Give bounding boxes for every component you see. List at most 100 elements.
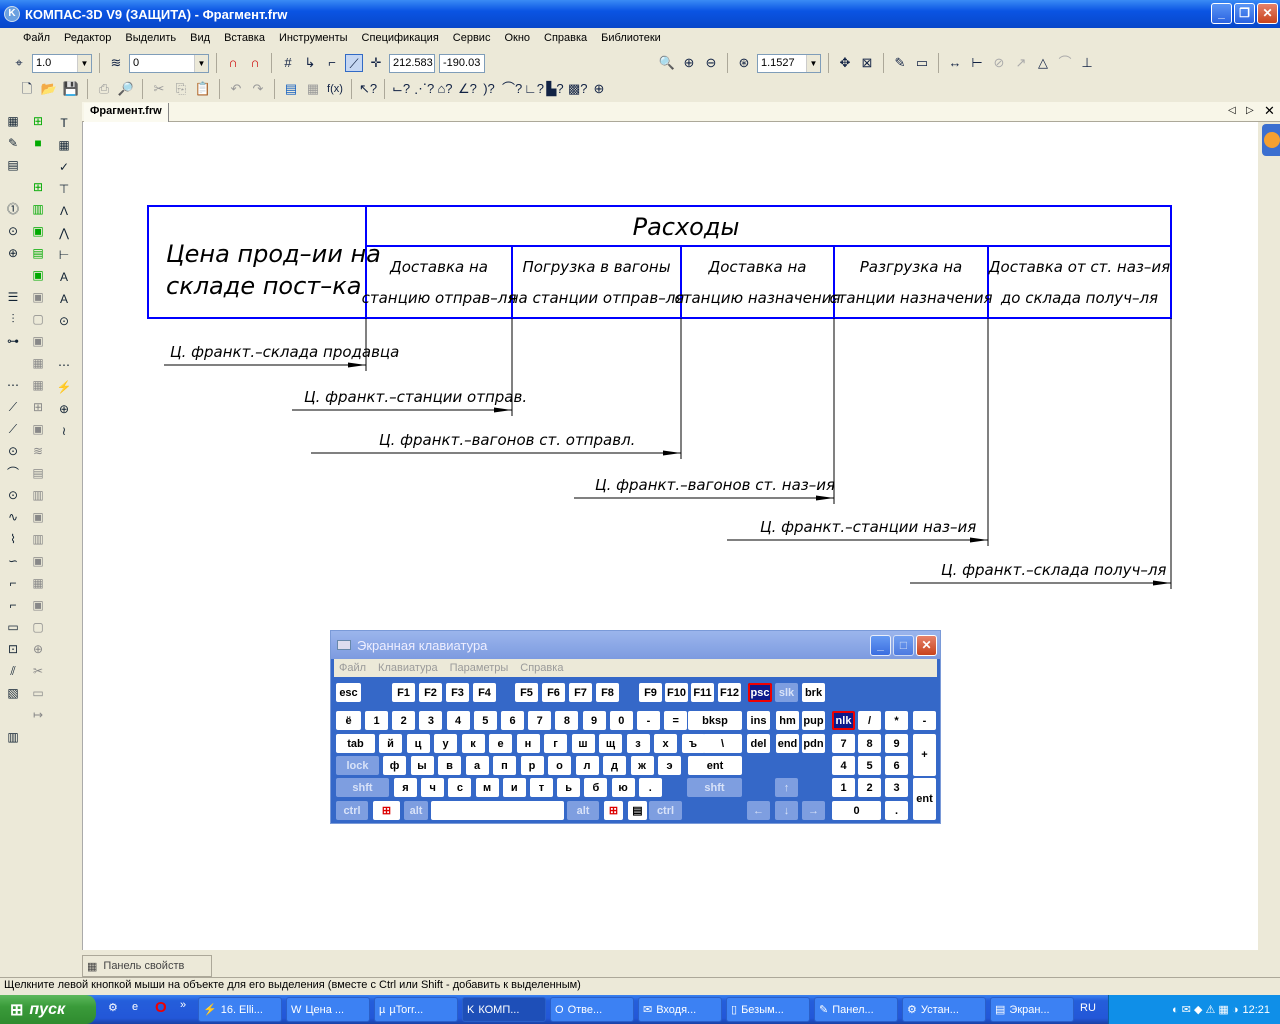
tool-icon[interactable]: ⊕	[29, 640, 47, 658]
key-slk[interactable]: slk	[775, 683, 798, 702]
side-panel-tab[interactable]	[1262, 124, 1280, 156]
menu-specification[interactable]: Спецификация	[355, 32, 446, 44]
next-tab-icon[interactable]: ▷	[1246, 105, 1254, 116]
tool-icon[interactable]: ▦	[55, 136, 73, 154]
key-*[interactable]: *	[885, 711, 908, 730]
key-ё[interactable]: ё	[336, 711, 361, 730]
key-F3[interactable]: F3	[446, 683, 469, 702]
key-ь[interactable]: ь	[557, 778, 581, 797]
tool-icon[interactable]: ⋀	[55, 224, 73, 242]
key-+[interactable]: +	[913, 734, 936, 776]
tab-fragment[interactable]: Фрагмент.frw	[84, 103, 169, 122]
compact-tool-icon[interactable]: ▭	[4, 618, 22, 636]
key-alt[interactable]: alt	[567, 801, 599, 820]
measure-arc-icon[interactable]: ⌒?	[502, 80, 522, 98]
start-button[interactable]: ⊞ пуск	[0, 995, 96, 1024]
key-→[interactable]: →	[802, 801, 825, 820]
tool-icon[interactable]: ⊤	[55, 180, 73, 198]
tool-icon[interactable]: ▥	[29, 200, 47, 218]
compact-tool-icon[interactable]: ▤	[4, 156, 22, 174]
tool-icon[interactable]: ▥	[29, 486, 47, 504]
key-в[interactable]: в	[438, 756, 461, 775]
tool-icon[interactable]: ⊞	[29, 178, 47, 196]
tool-icon[interactable]: ■	[29, 134, 47, 152]
snap-magnet-icon[interactable]: ∩	[224, 54, 242, 72]
key-ы[interactable]: ы	[410, 756, 434, 775]
osk-menu-help[interactable]: Справка	[520, 662, 563, 674]
key-7[interactable]: 7	[832, 734, 855, 753]
osk-minimize-button[interactable]: _	[870, 635, 891, 656]
compact-tool-icon[interactable]: ⊕	[4, 244, 22, 262]
compact-tool-icon[interactable]: ⌇	[4, 530, 22, 548]
dimension-icon[interactable]: ↔	[946, 54, 964, 72]
key-4[interactable]: 4	[832, 756, 855, 775]
key-0[interactable]: 0	[609, 711, 633, 730]
menu-tools[interactable]: Инструменты	[272, 32, 355, 44]
local-snap-icon[interactable]: ∩	[246, 54, 264, 72]
key-х[interactable]: х	[654, 734, 677, 753]
coord-y-field[interactable]: -190.03	[439, 53, 485, 73]
layers-icon[interactable]: ≋	[107, 54, 125, 72]
minimize-button[interactable]: _	[1211, 3, 1232, 24]
key-г[interactable]: г	[544, 734, 567, 753]
chevron-down-icon[interactable]: ▼	[194, 54, 208, 72]
key-pdn[interactable]: pdn	[802, 734, 825, 753]
key-nlk[interactable]: nlk	[832, 711, 855, 730]
key-F6[interactable]: F6	[542, 683, 565, 702]
key-.[interactable]: .	[885, 801, 908, 820]
pan-icon[interactable]: ✥	[836, 54, 854, 72]
key-п[interactable]: п	[493, 756, 516, 775]
compact-tool-icon[interactable]: ⌐	[4, 596, 22, 614]
menu-window[interactable]: Окно	[497, 32, 537, 44]
key-F11[interactable]: F11	[691, 683, 714, 702]
taskbar-button[interactable]: W Цена ...	[286, 997, 370, 1022]
menu-insert[interactable]: Вставка	[217, 32, 272, 44]
key-щ[interactable]: щ	[599, 734, 622, 753]
key-т[interactable]: т	[530, 778, 553, 797]
key-р[interactable]: р	[520, 756, 544, 775]
tool-icon[interactable]: ▣	[29, 222, 47, 240]
key-8[interactable]: 8	[858, 734, 881, 753]
tool-icon[interactable]: ▥	[29, 530, 47, 548]
key-3[interactable]: 3	[885, 778, 908, 797]
taskbar-button[interactable]: ▯ Безым...	[726, 997, 810, 1022]
coord-x-field[interactable]: 212.583	[389, 53, 435, 73]
compact-tool-icon[interactable]: ▥	[4, 728, 22, 746]
key-и[interactable]: и	[502, 778, 526, 797]
key-й[interactable]: й	[379, 734, 402, 753]
redraw-icon[interactable]: ✎	[891, 54, 909, 72]
key-space[interactable]	[431, 801, 564, 820]
key-ctrl[interactable]: ctrl	[649, 801, 682, 820]
key-3[interactable]: 3	[419, 711, 443, 730]
key-2[interactable]: 2	[392, 711, 416, 730]
library-icon[interactable]: ▦	[304, 80, 322, 98]
key-▤[interactable]: ▤	[628, 801, 647, 820]
key-9[interactable]: 9	[885, 734, 908, 753]
tool-icon[interactable]: T	[55, 114, 73, 132]
menu-service[interactable]: Сервис	[446, 32, 498, 44]
key-F12[interactable]: F12	[718, 683, 741, 702]
key-shft[interactable]: shft	[336, 778, 389, 797]
key-2[interactable]: 2	[858, 778, 881, 797]
compact-tool-icon[interactable]: ▧	[4, 684, 22, 702]
taskbar-button[interactable]: ⚙ Устан...	[902, 997, 986, 1022]
key-н[interactable]: н	[516, 734, 540, 753]
language-indicator[interactable]: RU	[1080, 1002, 1096, 1014]
measure-distance-icon[interactable]: ⋰?	[414, 80, 434, 98]
key-1[interactable]: 1	[832, 778, 855, 797]
key-←[interactable]: ←	[747, 801, 770, 820]
key-5[interactable]: 5	[858, 756, 881, 775]
arc-dim-icon[interactable]: ⌒	[1056, 54, 1074, 72]
tool-icon[interactable]: ⊕	[55, 400, 73, 418]
compact-tool-icon[interactable]: ∿	[4, 508, 22, 526]
key-9[interactable]: 9	[582, 711, 606, 730]
tool-icon[interactable]: ▣	[29, 552, 47, 570]
key-7[interactable]: 7	[528, 711, 552, 730]
osk-menu-file[interactable]: Файл	[339, 662, 366, 674]
view-manager-icon[interactable]: ▭	[913, 54, 931, 72]
key-psc[interactable]: psc	[748, 683, 772, 702]
key-4[interactable]: 4	[446, 711, 470, 730]
angle-dim-icon[interactable]: △	[1034, 54, 1052, 72]
key-↓[interactable]: ↓	[775, 801, 798, 820]
save-icon[interactable]: 💾	[62, 80, 80, 98]
